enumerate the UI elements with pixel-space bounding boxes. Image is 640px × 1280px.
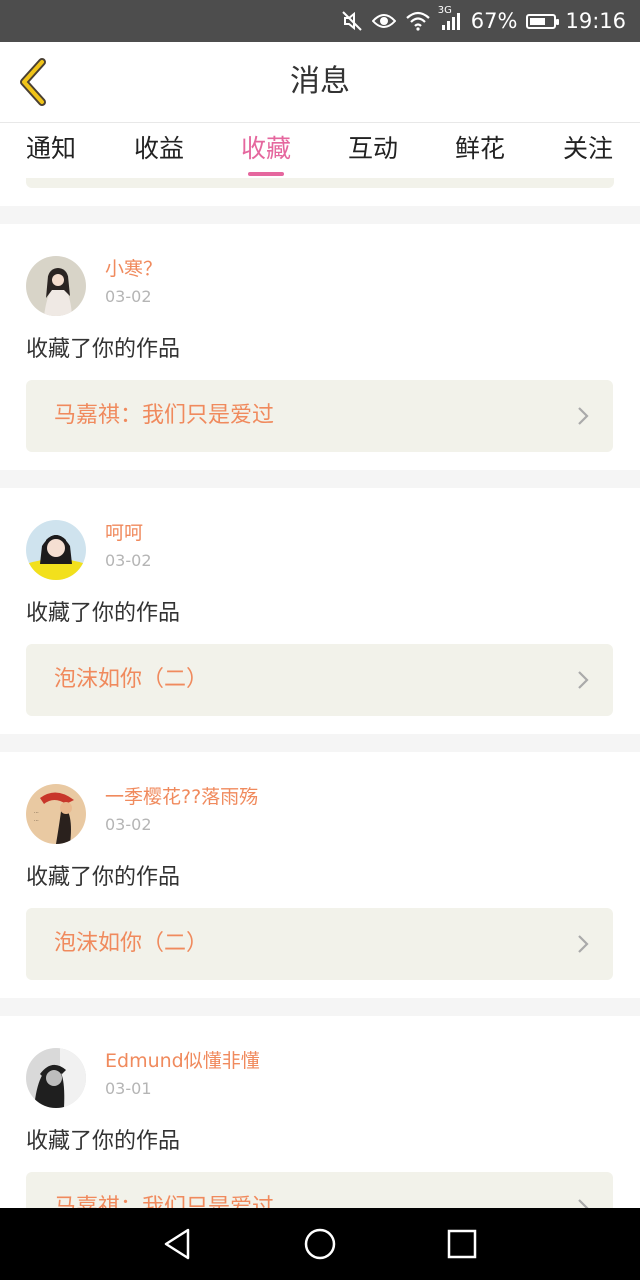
battery-icon (526, 13, 560, 29)
message-date: 03-02 (105, 815, 152, 834)
chevron-right-icon (578, 935, 589, 953)
tab-label: 收藏 (240, 134, 291, 163)
work-title: 泡沫如你（二） (54, 931, 209, 956)
battery-percent: 67% (470, 9, 518, 33)
tab-label: 互动 (347, 134, 398, 163)
message-text: 收藏了你的作品 (26, 1129, 181, 1154)
network-type: 3G (437, 5, 452, 16)
chevron-right-icon (578, 1199, 589, 1208)
list-item: ··· ··· 一季樱花??落雨殇 03-02 收藏了你的作品 泡沫如你（二） (0, 752, 640, 998)
avatar[interactable] (26, 520, 86, 580)
svg-text:···: ··· (34, 818, 39, 824)
eye-icon (371, 12, 396, 30)
username[interactable]: 一季樱花??落雨殇 (105, 782, 258, 809)
tab-favorites[interactable]: 收藏 (221, 123, 311, 179)
svg-text:···: ··· (34, 810, 39, 816)
work-link[interactable]: 马嘉祺：我们只是爱过 (26, 380, 613, 452)
tab-flowers[interactable]: 鲜花 (435, 123, 525, 179)
work-link[interactable]: 马嘉祺：我们只是爱过 (26, 1172, 613, 1208)
message-text: 收藏了你的作品 (26, 601, 181, 626)
battery-level (530, 17, 546, 25)
tab-label: 收益 (133, 134, 184, 163)
wifi-icon (405, 11, 431, 31)
page-title: 消息 (290, 64, 350, 99)
system-nav-bar (0, 1208, 640, 1280)
work-title: 泡沫如你（二） (54, 667, 209, 692)
avatar[interactable] (26, 256, 86, 316)
message-date: 03-02 (105, 287, 152, 306)
recents-square-icon[interactable] (444, 1226, 480, 1262)
message-date: 03-01 (105, 1079, 152, 1098)
avatar[interactable]: ··· ··· (26, 784, 86, 844)
clock: 19:16 (565, 9, 626, 33)
username[interactable]: 小寒？ (105, 254, 162, 281)
avatar[interactable] (26, 1048, 86, 1108)
work-link[interactable]: 泡沫如你（二） (26, 644, 613, 716)
work-link-partial (26, 178, 614, 188)
chevron-right-icon (578, 671, 589, 689)
message-date: 03-02 (105, 551, 152, 570)
app-header: 消息 (0, 42, 640, 122)
tab-bar: 通知 收益 收藏 互动 鲜花 关注 (0, 122, 640, 179)
active-tab-indicator (248, 172, 284, 176)
status-bar: 3G 67% 19:16 (0, 0, 640, 42)
status-icons: 3G 67% 19:16 (341, 0, 626, 42)
message-list[interactable]: 小寒？ 03-02 收藏了你的作品 马嘉祺：我们只是爱过 呵呵 03-02 收藏… (0, 178, 640, 1208)
list-item: 呵呵 03-02 收藏了你的作品 泡沫如你（二） (0, 488, 640, 734)
work-link[interactable]: 泡沫如你（二） (26, 908, 613, 980)
message-text: 收藏了你的作品 (26, 865, 181, 890)
mute-icon (341, 10, 363, 32)
work-title: 马嘉祺：我们只是爱过 (54, 1195, 275, 1208)
username[interactable]: 呵呵 (105, 518, 143, 545)
tab-interactions[interactable]: 互动 (328, 123, 418, 179)
home-circle-icon[interactable] (302, 1226, 338, 1262)
signal-icon: 3G (438, 5, 462, 31)
tab-label: 鲜花 (454, 134, 505, 163)
username[interactable]: Edmund似懂非懂 (105, 1046, 260, 1073)
chevron-right-icon (578, 407, 589, 425)
back-triangle-icon[interactable] (160, 1226, 196, 1262)
tab-label: 关注 (562, 134, 613, 163)
message-text: 收藏了你的作品 (26, 337, 181, 362)
tab-notifications[interactable]: 通知 (6, 123, 96, 179)
tab-follows[interactable]: 关注 (543, 123, 633, 179)
list-item: 小寒？ 03-02 收藏了你的作品 马嘉祺：我们只是爱过 (0, 224, 640, 470)
list-item: Edmund似懂非懂 03-01 收藏了你的作品 马嘉祺：我们只是爱过 (0, 1016, 640, 1208)
work-title: 马嘉祺：我们只是爱过 (54, 403, 275, 428)
list-item-partial (0, 178, 640, 206)
tab-label: 通知 (25, 134, 76, 163)
tab-earnings[interactable]: 收益 (114, 123, 204, 179)
